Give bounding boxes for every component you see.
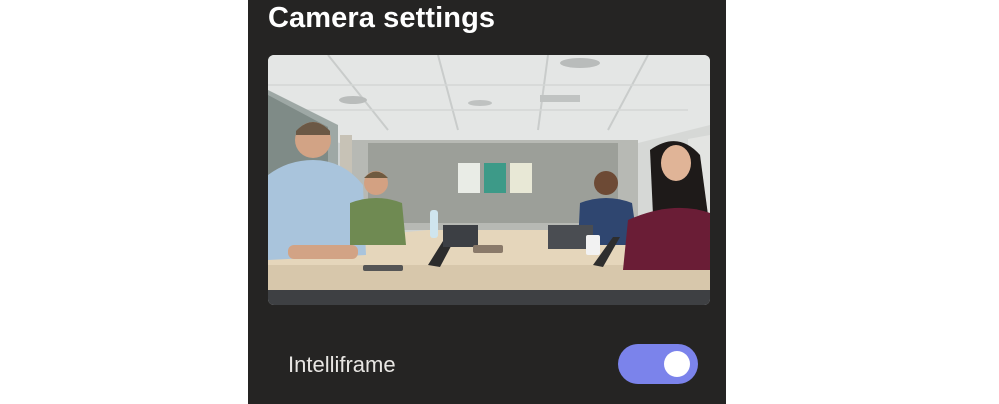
intelliframe-setting-row: Intelliframe: [268, 340, 700, 388]
toggle-knob: [664, 351, 690, 377]
page-title: Camera settings: [268, 2, 496, 34]
intelliframe-toggle[interactable]: [618, 344, 698, 384]
camera-preview: [268, 55, 710, 305]
camera-preview-image: [268, 55, 710, 305]
camera-settings-panel: Camera settings Intelliframe: [248, 0, 726, 404]
intelliframe-label: Intelliframe: [288, 352, 396, 377]
